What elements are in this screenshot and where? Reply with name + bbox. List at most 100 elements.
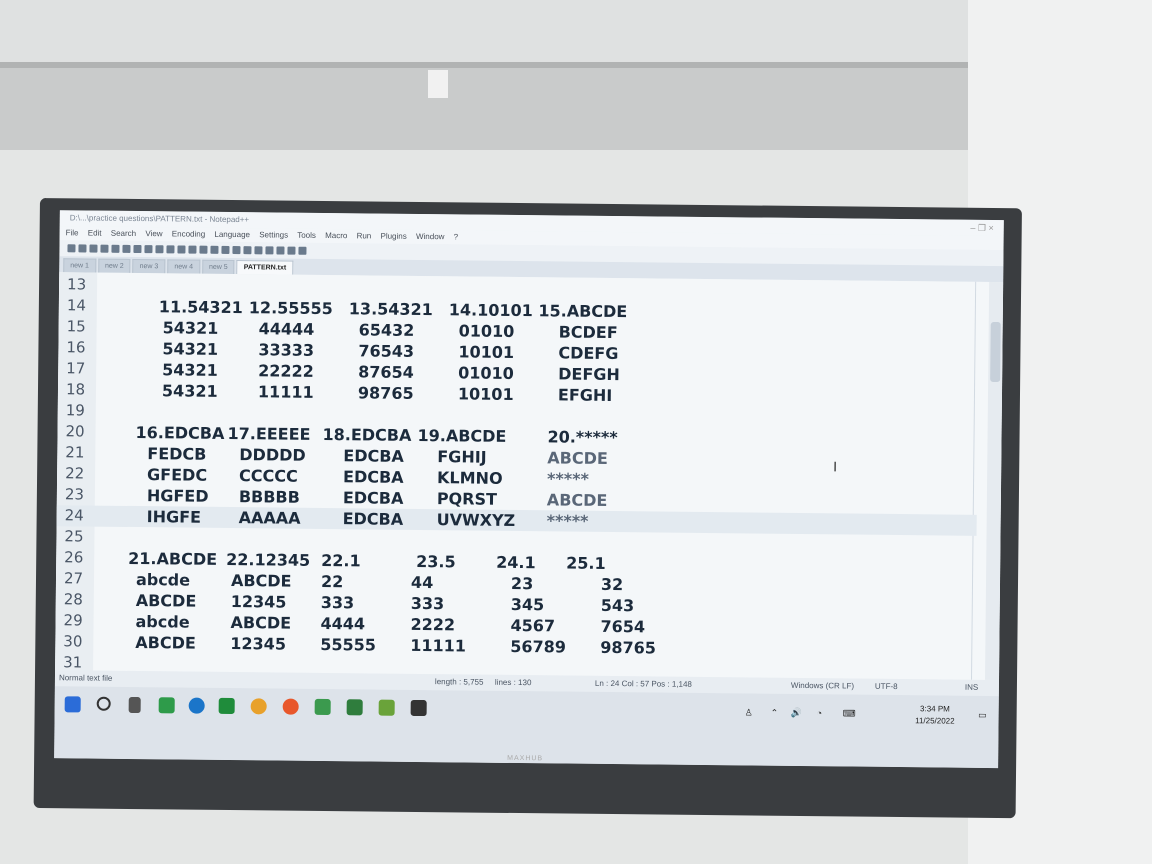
firefox-icon[interactable] — [282, 698, 299, 715]
tab-new-2[interactable]: new 2 — [97, 258, 131, 273]
app-green-icon[interactable] — [218, 697, 235, 715]
paste-icon[interactable] — [155, 245, 164, 254]
editor-text: CDEFG — [558, 343, 619, 364]
indent-guide-icon[interactable] — [254, 246, 263, 255]
menu-encoding[interactable]: Encoding — [172, 229, 205, 238]
menu-settings[interactable]: Settings — [259, 230, 288, 239]
edge-browser-icon[interactable] — [188, 697, 205, 714]
line-number: 20 — [65, 422, 85, 441]
app-spreadsheet-icon[interactable] — [314, 698, 331, 716]
editor-text: 22.1 — [321, 550, 361, 571]
editor-text: CCCCC — [239, 466, 298, 486]
editor-text: 54321 — [161, 381, 218, 401]
keyboard-icon[interactable]: ⌨ — [843, 708, 856, 719]
wifi-icon[interactable]: ◔ — [817, 708, 823, 718]
editor-text: 32 — [600, 574, 624, 595]
close-icon[interactable] — [111, 244, 120, 253]
sync-icon[interactable] — [232, 246, 241, 255]
line-number: 22 — [65, 464, 85, 483]
save-macro-icon[interactable] — [298, 246, 307, 255]
replace-icon[interactable] — [199, 245, 208, 254]
editor-text: ***** — [546, 511, 589, 531]
find-icon[interactable] — [188, 245, 197, 254]
window-controls[interactable]: – ❐ × — [970, 220, 994, 236]
editor-text: 12345 — [230, 634, 287, 654]
menu-macro[interactable]: Macro — [325, 231, 347, 240]
search-icon[interactable] — [96, 696, 111, 711]
volume-icon[interactable]: 🔊 — [791, 708, 802, 719]
stop-macro-icon[interactable] — [276, 246, 285, 255]
menu-edit[interactable]: Edit — [88, 229, 102, 238]
line-number: 17 — [66, 359, 86, 378]
editor-text: DDDDD — [239, 445, 306, 465]
editor-text: 20.***** — [547, 427, 618, 448]
print-icon[interactable] — [122, 244, 131, 253]
menu-plugins[interactable]: Plugins — [380, 232, 406, 241]
editor-text: 25.1 — [566, 553, 606, 573]
status-mode: INS — [964, 682, 979, 692]
editor-text: abcde — [135, 570, 191, 590]
vertical-scrollbar[interactable] — [985, 281, 1004, 681]
text-editor[interactable]: I 13 14 11.54321 12.55555 13.54321 14.10101 1… — [55, 272, 1004, 681]
editor-text: 4567 — [510, 615, 556, 636]
editor-text: GFEDC — [147, 465, 208, 485]
line-number: 15 — [66, 317, 86, 336]
menu-view[interactable]: View — [145, 229, 162, 238]
editor-text: 22 — [320, 571, 344, 592]
line-number: 16 — [66, 338, 86, 357]
cut-icon[interactable] — [133, 244, 142, 254]
scrollbar-thumb[interactable] — [990, 321, 1001, 383]
tab-new-3[interactable]: new 3 — [132, 258, 166, 274]
terminal-icon[interactable] — [410, 699, 427, 717]
task-view-icon[interactable] — [128, 696, 141, 714]
chrome-icon[interactable] — [250, 698, 267, 715]
window-title: D:\...\practice questions\PATTERN.txt - … — [69, 213, 250, 225]
zoom-out-icon[interactable] — [221, 245, 230, 254]
tab-new-1[interactable]: new 1 — [63, 258, 97, 273]
line-number: 26 — [64, 548, 84, 567]
editor-text: AAAAA — [238, 508, 301, 528]
menu-search[interactable]: Search — [111, 229, 136, 238]
save-icon[interactable] — [89, 244, 98, 253]
start-windows-icon[interactable] — [64, 696, 81, 713]
editor-text: 2222 — [410, 614, 456, 635]
tab-new-4[interactable]: new 4 — [167, 259, 201, 274]
menu-window[interactable]: Window — [416, 232, 445, 241]
paper-note — [428, 70, 448, 98]
play-macro-icon[interactable] — [287, 246, 296, 255]
people-icon[interactable]: ♙ — [745, 707, 753, 718]
app-excel-icon[interactable] — [158, 697, 175, 714]
tab-pattern-txt[interactable]: PATTERN.txt — [236, 260, 294, 275]
notepad-plus-plus-icon[interactable] — [378, 699, 395, 716]
editor-text: 21.ABCDE — [128, 548, 218, 569]
zoom-in-icon[interactable] — [210, 245, 219, 254]
app-folder-icon[interactable] — [346, 699, 363, 716]
record-macro-icon[interactable] — [265, 246, 274, 255]
line-number: 19 — [65, 401, 85, 420]
notification-icon[interactable]: ▭ — [978, 710, 987, 721]
menu-help[interactable]: ? — [454, 232, 459, 241]
editor-text: 333 — [320, 592, 355, 613]
undo-icon[interactable] — [166, 245, 175, 254]
taskbar-clock[interactable]: 3:34 PM 11/25/2022 — [915, 703, 955, 727]
editor-text: abcde — [135, 612, 190, 632]
new-file-icon[interactable] — [67, 244, 76, 253]
editor-text: ABCDE — [546, 490, 608, 510]
chevron-up-icon[interactable]: ⌃ — [771, 708, 779, 719]
copy-icon[interactable] — [144, 245, 153, 254]
editor-text: 18.EDCBA — [322, 424, 412, 445]
menu-tools[interactable]: Tools — [297, 231, 316, 240]
editor-text: 10101 — [457, 384, 514, 404]
tab-new-5[interactable]: new 5 — [201, 259, 235, 275]
menu-language[interactable]: Language — [214, 230, 250, 239]
open-file-icon[interactable] — [78, 244, 87, 253]
editor-text: 333 — [410, 593, 445, 614]
menu-file[interactable]: File — [66, 228, 79, 237]
editor-text: 01010 — [458, 363, 514, 383]
redo-icon[interactable] — [177, 245, 186, 254]
editor-text: 22222 — [258, 361, 314, 381]
save-all-icon[interactable] — [100, 244, 109, 253]
editor-text: 345 — [510, 594, 545, 615]
wrap-icon[interactable] — [243, 246, 252, 255]
menu-run[interactable]: Run — [357, 231, 372, 240]
